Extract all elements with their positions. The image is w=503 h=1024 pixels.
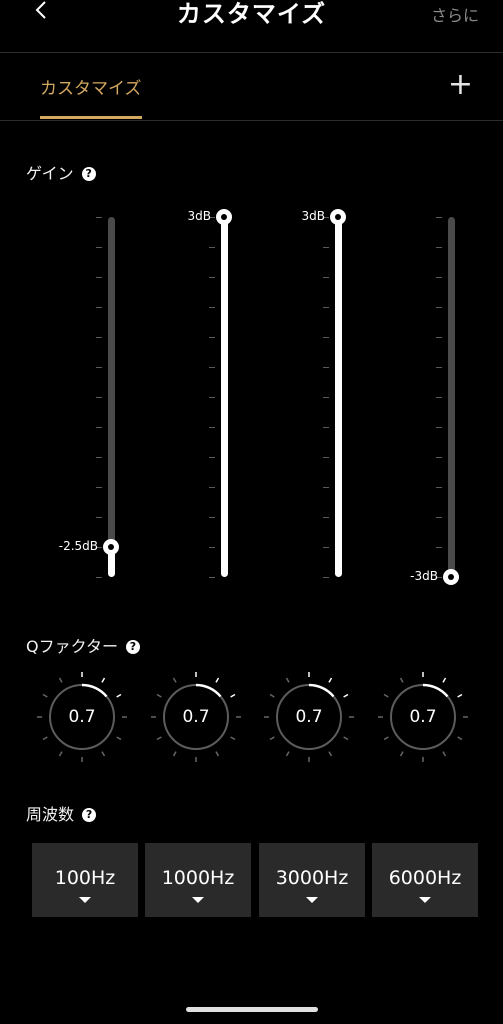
slider-tick: [96, 397, 102, 398]
slider-track[interactable]: [448, 217, 455, 577]
divider: [0, 120, 503, 121]
slider-tick: [436, 217, 442, 218]
tab-indicator: [40, 116, 142, 119]
q-factor-value: 0.7: [68, 707, 96, 727]
slider-tick: [436, 247, 442, 248]
slider-tick: [96, 337, 102, 338]
slider-tick: [323, 277, 329, 278]
slider-tick: [436, 487, 442, 488]
slider-tick: [96, 367, 102, 368]
gain-value-label: 3dB: [187, 209, 211, 223]
slider-tick: [96, 277, 102, 278]
caret-down-icon: [192, 897, 204, 903]
add-preset-button[interactable]: +: [448, 68, 473, 102]
slider-tick: [209, 517, 215, 518]
slider-tick: [209, 367, 215, 368]
slider-thumb[interactable]: [443, 569, 459, 585]
slider-thumb[interactable]: [216, 209, 232, 225]
slider-tick: [323, 427, 329, 428]
q-factor-value: 0.7: [409, 707, 437, 727]
slider-tick: [96, 517, 102, 518]
slider-tick: [436, 517, 442, 518]
q-factor-knob[interactable]: 0.7: [259, 667, 359, 767]
slider-tick: [323, 457, 329, 458]
slider-tick: [436, 337, 442, 338]
slider-tick: [323, 547, 329, 548]
slider-tick: [209, 337, 215, 338]
slider-tick: [96, 487, 102, 488]
gain-value-label: 3dB: [301, 209, 325, 223]
gain-section-title: ゲイン?: [26, 160, 96, 184]
gain-value-label: -3dB: [410, 569, 438, 583]
slider-tick: [436, 457, 442, 458]
frequency-dropdown[interactable]: 6000Hz: [372, 843, 478, 917]
home-indicator[interactable]: [186, 1007, 318, 1012]
frequency-dropdown[interactable]: 3000Hz: [259, 843, 365, 917]
q-factor-knob[interactable]: 0.7: [146, 667, 246, 767]
slider-tick: [209, 277, 215, 278]
slider-tick: [209, 457, 215, 458]
slider-tick: [323, 487, 329, 488]
q-factor-knob[interactable]: 0.7: [32, 667, 132, 767]
slider-tick: [436, 277, 442, 278]
frequency-value: 100Hz: [54, 867, 116, 889]
slider-tick: [209, 547, 215, 548]
slider-tick: [436, 427, 442, 428]
frequency-value: 3000Hz: [275, 867, 349, 889]
slider-fill: [335, 217, 342, 577]
slider-tick: [96, 427, 102, 428]
frequency-label: 周波数: [26, 805, 75, 824]
frequency-value: 1000Hz: [161, 867, 235, 889]
slider-tick: [96, 307, 102, 308]
slider-tick: [323, 397, 329, 398]
slider-tick: [436, 397, 442, 398]
plus-icon: +: [447, 67, 473, 102]
slider-tick: [323, 367, 329, 368]
help-icon[interactable]: ?: [81, 167, 96, 181]
slider-tick: [209, 247, 215, 248]
q-factor-value: 0.7: [182, 707, 210, 727]
q-factor-value: 0.7: [295, 707, 323, 727]
slider-tick: [96, 577, 102, 578]
caret-down-icon: [79, 897, 91, 903]
slider-fill: [221, 217, 228, 577]
q-factor-knob[interactable]: 0.7: [373, 667, 473, 767]
slider-tick: [323, 337, 329, 338]
slider-tick: [436, 547, 442, 548]
gain-label: ゲイン: [26, 164, 74, 183]
slider-tick: [96, 457, 102, 458]
slider-tick: [436, 307, 442, 308]
help-icon[interactable]: ?: [125, 640, 140, 654]
slider-tick: [323, 577, 329, 578]
slider-tick: [96, 247, 102, 248]
slider-tick: [436, 367, 442, 368]
caret-down-icon: [306, 897, 318, 903]
slider-track[interactable]: [108, 217, 115, 577]
q-factor-label: Qファクター: [26, 637, 118, 656]
frequency-section-title: 周波数?: [26, 801, 97, 825]
q-factor-section-title: Qファクター?: [26, 633, 140, 657]
divider: [0, 52, 503, 53]
slider-tick: [209, 307, 215, 308]
slider-tick: [323, 247, 329, 248]
help-icon[interactable]: ?: [82, 808, 97, 822]
slider-tick: [209, 487, 215, 488]
frequency-value: 6000Hz: [388, 867, 462, 889]
slider-tick: [323, 307, 329, 308]
slider-tick: [209, 577, 215, 578]
tab-customize[interactable]: カスタマイズ: [40, 74, 142, 99]
frequency-dropdown[interactable]: 100Hz: [32, 843, 138, 917]
slider-tick: [209, 397, 215, 398]
slider-tick: [96, 217, 102, 218]
more-button[interactable]: さらに: [431, 2, 479, 26]
frequency-dropdown[interactable]: 1000Hz: [145, 843, 251, 917]
slider-thumb[interactable]: [103, 539, 119, 555]
slider-tick: [209, 427, 215, 428]
slider-tick: [323, 517, 329, 518]
gain-value-label: -2.5dB: [58, 539, 98, 553]
page-title: カスタマイズ: [176, 0, 327, 28]
slider-thumb[interactable]: [330, 209, 346, 225]
caret-down-icon: [419, 897, 431, 903]
